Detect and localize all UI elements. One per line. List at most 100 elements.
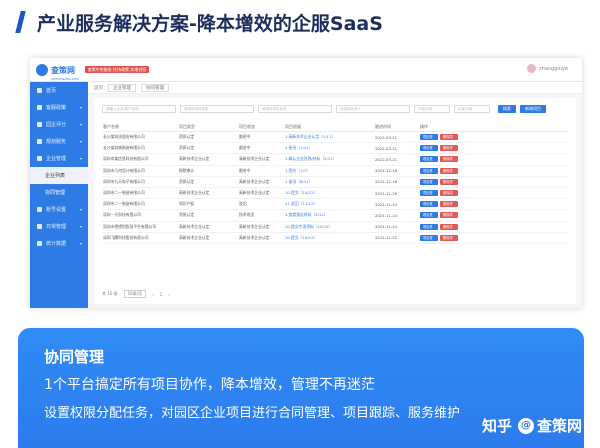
sidebar-item-daily[interactable]: 日常管理 ▾: [30, 218, 88, 235]
sidebar-item-policy[interactable]: 客服政策 ▾: [30, 99, 88, 116]
progress-link[interactable]: 1.高新技术企业认定（1/11）: [284, 134, 374, 140]
delete-project-button[interactable]: 删除项目: [440, 190, 458, 201]
delete-project-button[interactable]: 删除项目: [440, 234, 458, 246]
filter-start-date[interactable]: 开始日期: [414, 105, 450, 113]
add-project-button[interactable]: 新增项目: [520, 105, 546, 113]
delete-project-button[interactable]: 删除项目: [440, 212, 458, 223]
delete-project-button[interactable]: 删除项目: [440, 167, 458, 179]
enterprise-icon: [37, 156, 42, 161]
status-cell: 高新技术企业认定: [239, 234, 270, 240]
delete-project-button[interactable]: 删除项目: [440, 178, 458, 190]
avatar: [527, 64, 537, 73]
sidebar-item-label: 园企评分: [46, 122, 67, 128]
table-row: 深圳市二一制造有限公司 知识产权 驳回 11.驳回（11/12） 2021-11-24 项…: [102, 199, 568, 212]
logo-name: 查策网: [51, 66, 75, 75]
row-actions: 项目进度 删除项目: [420, 234, 460, 246]
search-button[interactable]: 搜索: [498, 105, 516, 113]
follow-project-button[interactable]: 项目进度: [420, 167, 438, 179]
pagination: 共 10 条 10条/页 ‹ 1 ›: [102, 290, 176, 298]
follow-project-button[interactable]: 项目进度: [420, 156, 438, 167]
table-row: 深圳市二一制造有限公司 高新技术企业认定 高新技术企业认定 10.提交（10/12） 2…: [102, 188, 568, 201]
progress-link[interactable]: 11.驳回（11/12）: [284, 201, 374, 207]
row-actions: 项目进度 删除项目: [420, 178, 460, 190]
progress-link[interactable]: 1.接洽（1/11）: [284, 145, 374, 151]
sidebar-item-enterprise[interactable]: 企业管理 ▾: [30, 150, 88, 167]
table-row: 深圳市德望恒智慧平台有限公司 高新技术企业认定 高新技术企业认定 10.提交专项资料（…: [102, 222, 568, 235]
progress-link[interactable]: 1.签约（1/7）: [284, 168, 374, 174]
user-menu[interactable]: zhangqiuye: [527, 64, 568, 73]
progress-link[interactable]: 10.提交（10/12）: [284, 190, 374, 196]
follow-project-button[interactable]: 项目进度: [420, 223, 438, 235]
filter-type-select[interactable]: 请选择项目类型: [180, 105, 254, 113]
table-row: 深圳市几何设计有限公司 财税审计 跟进中 1.签约（1/7） 2021-12-16 项目进…: [102, 166, 568, 179]
at-icon: @: [517, 417, 534, 434]
follow-project-button[interactable]: 项目进度: [420, 234, 438, 246]
breadcrumb-tab[interactable]: 协同管理: [141, 83, 169, 92]
follow-project-button[interactable]: 项目进度: [420, 134, 438, 145]
status-cell: 高新技术企业认定: [239, 178, 270, 184]
filter-status-select[interactable]: 请选择项目状态: [258, 105, 332, 113]
delete-project-button[interactable]: 删除项目: [440, 156, 458, 167]
sidebar-subitem-enterprise-list[interactable]: 企业列表: [30, 167, 88, 184]
policy-icon: [37, 105, 42, 110]
table-row: 长沙某科技股份有限公司 资质认定 跟进中 1.高新技术企业认定（1/11） 2022-0…: [102, 132, 568, 145]
breadcrumb-tab[interactable]: 企业管理: [108, 83, 136, 92]
sidebar: 首页 客服政策 ▾ 园企评分 ▾ 规划服务 ▾ 企业管理 ▾ 企业列表 协同管理…: [30, 82, 88, 308]
filter-client-input[interactable]: 请输入企业/客户名称: [102, 105, 176, 113]
type-cell: 知识产权: [179, 201, 195, 207]
column-header: 项目进展: [285, 123, 301, 129]
account-icon: [37, 207, 42, 212]
client-cell: 深圳市几何设计有限公司: [103, 167, 145, 173]
app-logo[interactable]: 查策网 CHACEWANG.COM 查策中央服务 扶持政策 实地对接: [36, 58, 150, 81]
time-cell: 2021-11-22: [375, 235, 398, 241]
chevron-down-icon: ▾: [79, 156, 82, 161]
sidebar-item-label: 首页: [46, 88, 57, 94]
follow-project-button[interactable]: 项目进度: [420, 201, 438, 212]
sidebar-item-home[interactable]: 首页: [30, 82, 88, 99]
time-cell: 2022-03-21: [375, 145, 398, 151]
logo-sub: CHACEWANG.COM: [51, 77, 79, 81]
follow-project-button[interactable]: 项目进度: [420, 145, 438, 156]
delete-project-button[interactable]: 删除项目: [440, 223, 458, 235]
time-cell: 2021-11-24: [375, 224, 398, 230]
column-header: 客户名称: [103, 123, 119, 129]
prev-page-button[interactable]: ‹: [152, 292, 154, 297]
progress-link[interactable]: 1.确认企业名称/材料（2/11）: [284, 156, 374, 162]
row-actions: 项目进度 删除项目: [420, 201, 460, 212]
filter-bar: 请输入企业/客户名称 请选择项目类型 请选择项目状态 请选择负责人 开始日期 结…: [94, 98, 576, 113]
page-size-select[interactable]: 10条/页: [123, 290, 147, 298]
type-cell: 资质认定: [179, 145, 195, 151]
chevron-down-icon: ▾: [79, 224, 82, 229]
status-cell: 高新技术企业认定: [239, 223, 270, 229]
progress-link[interactable]: 1.接洽（8/11）: [284, 179, 374, 185]
delete-project-button[interactable]: 删除项目: [440, 134, 458, 145]
delete-project-button[interactable]: 删除项目: [440, 201, 458, 212]
status-cell: 驳回: [239, 201, 247, 207]
table-row: 长沙某机械制造有限公司 资质认定 跟进中 1.接洽（1/11） 2022-03-21 项目…: [102, 143, 568, 156]
filter-owner-select[interactable]: 请选择负责人: [336, 105, 410, 113]
progress-link[interactable]: 4.查看报告材料（4/11）: [284, 212, 374, 218]
follow-project-button[interactable]: 项目进度: [420, 212, 438, 223]
next-page-button[interactable]: ›: [168, 292, 170, 297]
progress-link[interactable]: 10.提交专项资料（10/12）: [284, 224, 374, 230]
sidebar-item-stats[interactable]: 统计数据 ▾: [30, 235, 88, 252]
sidebar-subitem-collaboration[interactable]: 协同管理: [30, 184, 88, 201]
follow-project-button[interactable]: 项目进度: [420, 190, 438, 201]
chevron-down-icon: ▾: [79, 241, 82, 246]
row-actions: 项目进度 删除项目: [420, 134, 460, 145]
client-cell: 深圳市二一制造有限公司: [103, 201, 145, 207]
status-cell: 高新技术企业认定: [239, 156, 270, 162]
type-cell: 高新技术企业认定: [179, 156, 210, 162]
delete-project-button[interactable]: 删除项目: [440, 145, 458, 156]
sidebar-item-planning[interactable]: 规划服务 ▾: [30, 133, 88, 150]
page-number[interactable]: 1: [160, 292, 163, 297]
progress-link[interactable]: 10.提交（10/12）: [284, 235, 374, 241]
filter-end-date[interactable]: 结束日期: [454, 105, 490, 113]
app-topbar: 查策网 CHACEWANG.COM 查策中央服务 扶持政策 实地对接 zhang…: [30, 58, 582, 82]
sidebar-item-label: 日常管理: [46, 224, 67, 230]
follow-project-button[interactable]: 项目进度: [420, 178, 438, 190]
sidebar-item-rating[interactable]: 园企评分 ▾: [30, 116, 88, 133]
sidebar-item-account[interactable]: 账号设置 ▾: [30, 201, 88, 218]
type-cell: 资质认定: [179, 178, 195, 184]
breadcrumb-home[interactable]: 首页: [94, 85, 103, 91]
